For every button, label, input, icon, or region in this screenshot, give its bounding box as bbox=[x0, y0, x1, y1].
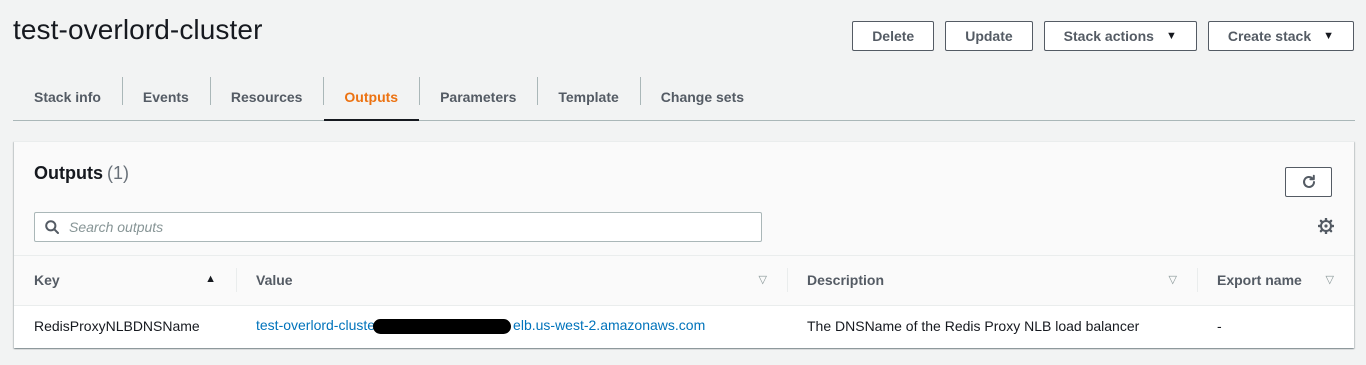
stack-actions-button[interactable]: Stack actions ▼ bbox=[1043, 21, 1197, 51]
sort-icon: ▽ bbox=[1325, 274, 1334, 286]
output-value-suffix: elb.us-west-2.amazonaws.com bbox=[513, 317, 706, 334]
outputs-title-text: Outputs bbox=[34, 163, 103, 183]
tab-outputs[interactable]: Outputs bbox=[323, 73, 419, 121]
column-header-key[interactable]: Key ▲ bbox=[14, 256, 236, 306]
create-stack-label: Create stack bbox=[1227, 28, 1312, 44]
outputs-table: Key ▲ Value ▽ Description ▽ Export name … bbox=[14, 256, 1354, 346]
refresh-button[interactable] bbox=[1285, 167, 1332, 197]
outputs-panel-header: Outputs (1) bbox=[14, 142, 1354, 256]
search-input[interactable] bbox=[69, 219, 709, 235]
gear-icon[interactable] bbox=[1317, 217, 1335, 239]
column-header-export-name[interactable]: Export name ▽ bbox=[1197, 256, 1354, 306]
stack-actions-label: Stack actions bbox=[1063, 28, 1154, 44]
tab-events[interactable]: Events bbox=[121, 73, 210, 120]
create-stack-button[interactable]: Create stack ▼ bbox=[1207, 21, 1354, 51]
column-header-value[interactable]: Value ▽ bbox=[236, 256, 787, 306]
output-value: test-overlord-cluste elb.us-west-2.amazon… bbox=[236, 305, 787, 346]
sort-icon: ▽ bbox=[1168, 274, 1177, 286]
tab-resources[interactable]: Resources bbox=[209, 73, 324, 120]
search-icon bbox=[45, 220, 59, 234]
search-outputs-field bbox=[34, 212, 762, 242]
tab-template[interactable]: Template bbox=[537, 73, 639, 120]
output-value-link[interactable]: test-overlord-cluste elb.us-west-2.amazon… bbox=[256, 317, 706, 335]
stack-tabs: Stack info Events Resources Outputs Para… bbox=[13, 73, 1355, 121]
tab-stack-info[interactable]: Stack info bbox=[13, 73, 122, 120]
column-header-export-name-label: Export name bbox=[1217, 272, 1302, 289]
sort-icon: ▽ bbox=[758, 274, 767, 286]
table-header-row: Key ▲ Value ▽ Description ▽ Export name … bbox=[14, 256, 1354, 306]
column-header-key-label: Key bbox=[34, 272, 60, 289]
column-header-description[interactable]: Description ▽ bbox=[787, 256, 1197, 306]
refresh-icon bbox=[1302, 174, 1315, 188]
sort-ascending-icon: ▲ bbox=[205, 273, 216, 285]
output-value-prefix: test-overlord-cluste bbox=[256, 317, 376, 334]
update-button[interactable]: Update bbox=[945, 21, 1033, 51]
output-description: The DNSName of the Redis Proxy NLB load … bbox=[807, 317, 1140, 334]
delete-button-label: Delete bbox=[872, 28, 915, 44]
stack-actions-bar: Delete Update Stack actions ▼ Create sta… bbox=[852, 21, 1354, 51]
page-title: test-overlord-cluster bbox=[13, 14, 263, 45]
table-row: RedisProxyNLBDNSName test-overlord-clust… bbox=[14, 305, 1354, 346]
caret-down-icon: ▼ bbox=[1323, 30, 1334, 42]
output-key: RedisProxyNLBDNSName bbox=[34, 317, 200, 334]
delete-button[interactable]: Delete bbox=[852, 21, 935, 51]
tab-change-sets[interactable]: Change sets bbox=[639, 73, 765, 120]
caret-down-icon: ▼ bbox=[1165, 30, 1177, 42]
outputs-title: Outputs (1) bbox=[34, 163, 129, 184]
outputs-count: (1) bbox=[107, 163, 129, 183]
output-export-name: - bbox=[1217, 317, 1222, 334]
redaction-mark bbox=[373, 319, 512, 335]
outputs-panel: Outputs (1) Search outputs Key ▲ Value ▽… bbox=[14, 141, 1354, 348]
column-header-value-label: Value bbox=[256, 272, 293, 289]
tab-parameters[interactable]: Parameters bbox=[419, 73, 537, 120]
update-button-label: Update bbox=[965, 28, 1013, 44]
column-header-description-label: Description bbox=[807, 272, 885, 289]
